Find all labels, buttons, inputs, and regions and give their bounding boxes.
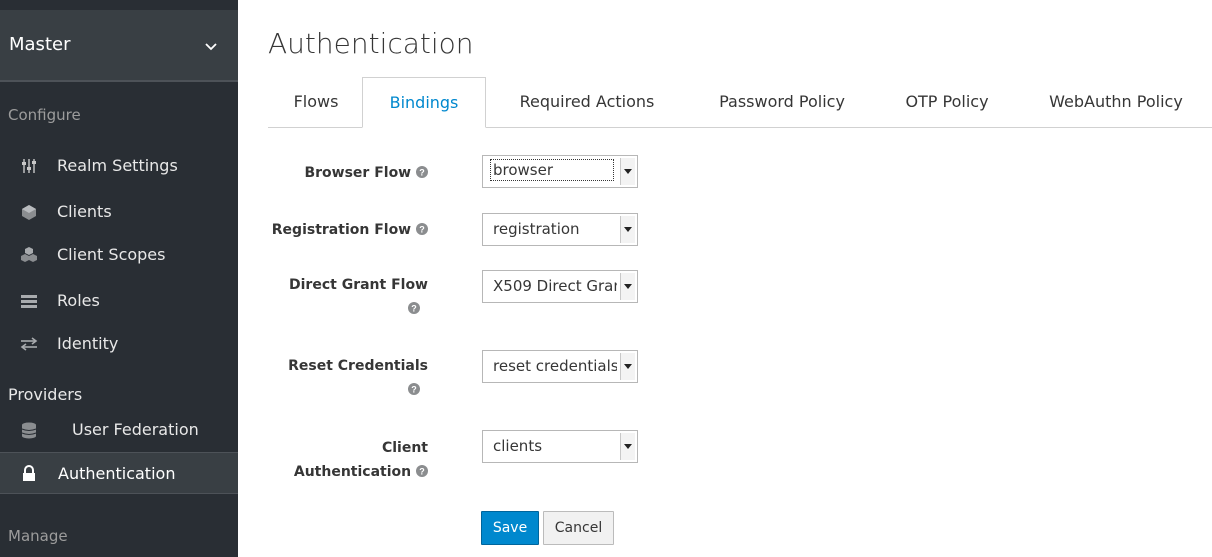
sidebar-item-user-federation[interactable]: User Federation: [0, 409, 238, 451]
client-authentication-select[interactable]: clients: [482, 430, 638, 463]
chevron-down-icon: [205, 43, 217, 51]
select-value: browser: [490, 159, 614, 181]
cube-icon: [22, 205, 36, 220]
tab-password-policy[interactable]: Password Policy: [694, 77, 870, 127]
help-icon[interactable]: ?: [408, 383, 420, 395]
sidebar: Master Configure Realm Settings Clients …: [0, 0, 238, 557]
sidebar-item-label: Realm Settings: [57, 156, 178, 175]
database-icon: [21, 422, 37, 439]
sidebar-item-label: Client Scopes: [57, 245, 166, 264]
realm-name: Master: [9, 34, 71, 55]
reset-credentials-label: Reset Credentials ?: [258, 354, 428, 402]
select-value: clients: [493, 437, 543, 455]
tab-label: WebAuthn Policy: [1049, 92, 1183, 111]
browser-flow-label: Browser Flow ?: [258, 161, 428, 185]
help-icon[interactable]: ?: [416, 166, 428, 178]
configure-section-title: Configure: [8, 106, 81, 124]
sidebar-item-roles[interactable]: Roles: [0, 280, 238, 322]
tab-webauthn-policy[interactable]: WebAuthn Policy: [1026, 77, 1206, 127]
reset-credentials-select[interactable]: reset credentials: [482, 350, 638, 383]
direct-grant-flow-label: Direct Grant Flow ?: [258, 273, 428, 321]
lock-icon: [23, 465, 35, 481]
svg-text:?: ?: [419, 467, 425, 477]
help-icon[interactable]: ?: [416, 223, 428, 235]
tab-label: Required Actions: [519, 92, 655, 111]
registration-flow-select[interactable]: registration: [482, 213, 638, 246]
help-icon[interactable]: ?: [408, 302, 420, 314]
save-button[interactable]: Save: [481, 511, 539, 545]
tab-label: Flows: [293, 92, 339, 111]
sidebar-item-label: Authentication: [58, 464, 176, 483]
tab-flows[interactable]: Flows: [276, 77, 356, 127]
list-icon: [21, 295, 37, 308]
realm-selector[interactable]: Master: [0, 10, 238, 82]
select-value: X509 Direct Grant: [493, 277, 617, 295]
cancel-button[interactable]: Cancel: [543, 511, 614, 545]
direct-grant-flow-select[interactable]: X509 Direct Grant: [482, 270, 638, 303]
svg-text:?: ?: [411, 304, 417, 314]
dropdown-arrow-icon: [620, 353, 635, 380]
tab-label: Password Policy: [719, 92, 845, 111]
label-text: Client: [381, 440, 428, 456]
dropdown-arrow-icon: [620, 158, 635, 185]
registration-flow-label: Registration Flow ?: [258, 218, 428, 242]
svg-text:?: ?: [419, 168, 425, 178]
sidebar-item-label: User Federation: [72, 420, 199, 439]
dropdown-arrow-icon: [620, 433, 635, 460]
svg-text:?: ?: [411, 385, 417, 395]
page-title: Authentication: [268, 27, 474, 60]
tab-label: OTP Policy: [905, 92, 989, 111]
label-text: Browser Flow: [304, 165, 412, 181]
sidebar-item-authentication[interactable]: Authentication: [0, 452, 238, 494]
svg-text:?: ?: [419, 225, 425, 235]
tab-otp-policy[interactable]: OTP Policy: [882, 77, 1012, 127]
label-text: Reset Credentials: [288, 358, 428, 374]
sidebar-item-identity-providers[interactable]: Identity: [0, 323, 238, 365]
sidebar-item-client-scopes[interactable]: Client Scopes: [0, 234, 238, 276]
label-text: Authentication: [293, 464, 412, 480]
select-value: registration: [493, 220, 580, 238]
label-text: Registration Flow: [271, 222, 412, 238]
dropdown-arrow-icon: [620, 216, 635, 243]
client-authentication-label: Client Authentication ?: [258, 436, 428, 484]
dropdown-arrow-icon: [620, 273, 635, 300]
sidebar-item-label-continued: Providers: [8, 385, 83, 404]
label-text: Direct Grant Flow: [289, 277, 428, 293]
select-value: reset credentials: [493, 357, 617, 375]
sliders-icon: [22, 159, 36, 173]
exchange-icon: [20, 337, 38, 351]
manage-section-title: Manage: [8, 527, 68, 545]
browser-flow-select[interactable]: browser: [482, 155, 638, 188]
sidebar-item-realm-settings[interactable]: Realm Settings: [0, 145, 238, 187]
tab-required-actions[interactable]: Required Actions: [494, 77, 680, 127]
tab-bar: Flows Bindings Required Actions Password…: [268, 77, 1212, 128]
cubes-icon: [21, 247, 37, 262]
sidebar-item-label: Roles: [57, 291, 100, 310]
tab-bindings[interactable]: Bindings: [362, 77, 486, 128]
tab-label: Bindings: [389, 93, 459, 112]
help-icon[interactable]: ?: [416, 465, 428, 477]
sidebar-item-label: Clients: [57, 202, 112, 221]
sidebar-item-label: Identity: [57, 334, 119, 353]
sidebar-item-clients[interactable]: Clients: [0, 191, 238, 233]
